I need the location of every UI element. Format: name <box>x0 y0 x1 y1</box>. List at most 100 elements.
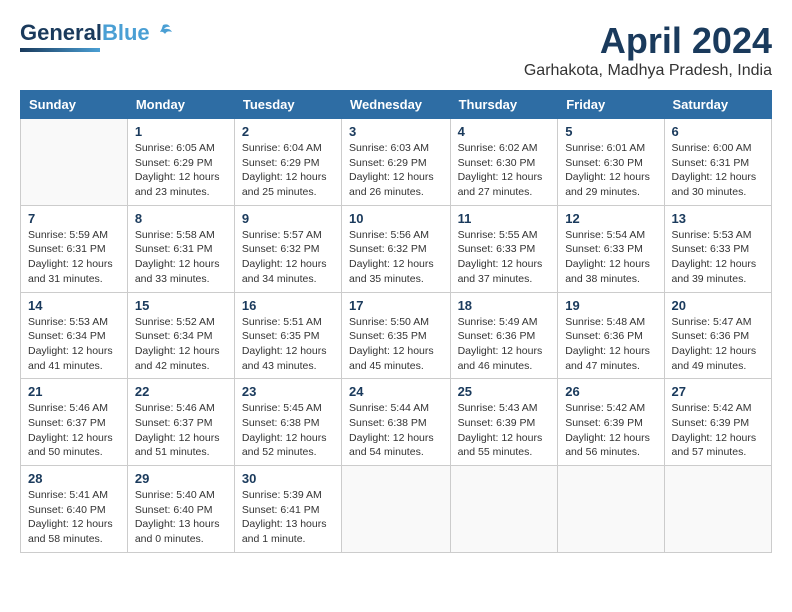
logo: General Blue <box>20 20 174 52</box>
calendar-cell: 16 Sunrise: 5:51 AMSunset: 6:35 PMDayligh… <box>234 292 341 379</box>
weekday-header-monday: Monday <box>127 91 234 119</box>
day-info: Sunrise: 5:43 AMSunset: 6:39 PMDaylight:… <box>458 401 551 460</box>
day-number: 9 <box>242 211 334 226</box>
weekday-header-thursday: Thursday <box>450 91 558 119</box>
calendar-cell: 24Sunrise: 5:44 AMSunset: 6:38 PMDayligh… <box>342 379 451 466</box>
calendar-cell <box>664 466 771 553</box>
day-number: 7 <box>28 211 120 226</box>
day-number: 26 <box>565 384 656 399</box>
page-header: General Blue April 2024 Garhakota, Madhy… <box>20 20 772 80</box>
day-info: Sunrise: 5:41 AMSunset: 6:40 PMDaylight:… <box>28 488 120 547</box>
day-number: 12 <box>565 211 656 226</box>
calendar-cell: 1Sunrise: 6:05 AMSunset: 6:29 PMDaylight… <box>127 119 234 206</box>
day-number: 23 <box>242 384 334 399</box>
day-info: Sunrise: 5:53 AMSunset: 6:34 PMDaylight:… <box>28 315 120 374</box>
day-info: Sunrise: 5:45 AMSunset: 6:38 PMDaylight:… <box>242 401 334 460</box>
calendar-cell: 20Sunrise: 5:47 AMSunset: 6:36 PMDayligh… <box>664 292 771 379</box>
day-number: 22 <box>135 384 227 399</box>
calendar-cell <box>21 119 128 206</box>
calendar-cell: 21 Sunrise: 5:46 AMSunset: 6:37 PMDayligh… <box>21 379 128 466</box>
calendar-cell: 6 Sunrise: 6:00 AMSunset: 6:31 PMDaylight… <box>664 119 771 206</box>
day-number: 11 <box>458 211 551 226</box>
logo-divider <box>20 48 100 52</box>
day-info: Sunrise: 5:48 AMSunset: 6:36 PMDaylight:… <box>565 315 656 374</box>
day-info: Sunrise: 5:53 AMSunset: 6:33 PMDaylight:… <box>672 228 764 287</box>
day-number: 1 <box>135 124 227 139</box>
day-info: Sunrise: 5:46 AMSunset: 6:37 PMDaylight:… <box>135 401 227 460</box>
weekday-header-tuesday: Tuesday <box>234 91 341 119</box>
day-info: Sunrise: 5:42 AMSunset: 6:39 PMDaylight:… <box>565 401 656 460</box>
month-title: April 2024 <box>524 20 772 62</box>
weekday-header-wednesday: Wednesday <box>342 91 451 119</box>
weekday-header-saturday: Saturday <box>664 91 771 119</box>
day-number: 28 <box>28 471 120 486</box>
day-info: Sunrise: 5:52 AMSunset: 6:34 PMDaylight:… <box>135 315 227 374</box>
week-row-1: 1Sunrise: 6:05 AMSunset: 6:29 PMDaylight… <box>21 119 772 206</box>
day-info: Sunrise: 5:46 AMSunset: 6:37 PMDaylight:… <box>28 401 120 460</box>
calendar-cell: 12 Sunrise: 5:54 AMSunset: 6:33 PMDayligh… <box>558 205 664 292</box>
logo-bird-icon <box>152 21 174 43</box>
calendar-cell: 14 Sunrise: 5:53 AMSunset: 6:34 PMDayligh… <box>21 292 128 379</box>
calendar-cell: 3Sunrise: 6:03 AMSunset: 6:29 PMDaylight… <box>342 119 451 206</box>
calendar-cell: 26 Sunrise: 5:42 AMSunset: 6:39 PMDayligh… <box>558 379 664 466</box>
calendar-cell: 10 Sunrise: 5:56 AMSunset: 6:32 PMDayligh… <box>342 205 451 292</box>
day-number: 5 <box>565 124 656 139</box>
calendar-cell: 2Sunrise: 6:04 AMSunset: 6:29 PMDaylight… <box>234 119 341 206</box>
calendar-cell: 13 Sunrise: 5:53 AMSunset: 6:33 PMDayligh… <box>664 205 771 292</box>
calendar-table: SundayMondayTuesdayWednesdayThursdayFrid… <box>20 90 772 553</box>
day-number: 20 <box>672 298 764 313</box>
day-number: 16 <box>242 298 334 313</box>
day-info: Sunrise: 5:42 AMSunset: 6:39 PMDaylight:… <box>672 401 764 460</box>
weekday-header-row: SundayMondayTuesdayWednesdayThursdayFrid… <box>21 91 772 119</box>
logo-blue: Blue <box>102 20 150 46</box>
calendar-cell <box>450 466 558 553</box>
day-number: 6 <box>672 124 764 139</box>
day-number: 30 <box>242 471 334 486</box>
day-number: 15 <box>135 298 227 313</box>
calendar-cell: 28 Sunrise: 5:41 AMSunset: 6:40 PMDayligh… <box>21 466 128 553</box>
day-number: 17 <box>349 298 443 313</box>
calendar-cell: 23 Sunrise: 5:45 AMSunset: 6:38 PMDayligh… <box>234 379 341 466</box>
logo-general: General <box>20 20 102 46</box>
day-number: 18 <box>458 298 551 313</box>
day-number: 24 <box>349 384 443 399</box>
calendar-cell: 18 Sunrise: 5:49 AMSunset: 6:36 PMDayligh… <box>450 292 558 379</box>
day-number: 25 <box>458 384 551 399</box>
day-info: Sunrise: 6:01 AMSunset: 6:30 PMDaylight:… <box>565 141 656 200</box>
calendar-cell: 30Sunrise: 5:39 AMSunset: 6:41 PMDayligh… <box>234 466 341 553</box>
day-info: Sunrise: 6:02 AMSunset: 6:30 PMDaylight:… <box>458 141 551 200</box>
day-info: Sunrise: 6:04 AMSunset: 6:29 PMDaylight:… <box>242 141 334 200</box>
day-number: 27 <box>672 384 764 399</box>
week-row-3: 14 Sunrise: 5:53 AMSunset: 6:34 PMDayligh… <box>21 292 772 379</box>
day-info: Sunrise: 5:57 AMSunset: 6:32 PMDaylight:… <box>242 228 334 287</box>
day-number: 3 <box>349 124 443 139</box>
day-number: 29 <box>135 471 227 486</box>
day-number: 19 <box>565 298 656 313</box>
calendar-cell <box>342 466 451 553</box>
day-number: 21 <box>28 384 120 399</box>
calendar-cell: 5 Sunrise: 6:01 AMSunset: 6:30 PMDaylight… <box>558 119 664 206</box>
week-row-5: 28 Sunrise: 5:41 AMSunset: 6:40 PMDayligh… <box>21 466 772 553</box>
day-info: Sunrise: 5:51 AMSunset: 6:35 PMDaylight:… <box>242 315 334 374</box>
day-number: 4 <box>458 124 551 139</box>
location-subtitle: Garhakota, Madhya Pradesh, India <box>524 62 772 80</box>
day-number: 10 <box>349 211 443 226</box>
day-info: Sunrise: 5:59 AMSunset: 6:31 PMDaylight:… <box>28 228 120 287</box>
day-info: Sunrise: 5:50 AMSunset: 6:35 PMDaylight:… <box>349 315 443 374</box>
calendar-cell: 17 Sunrise: 5:50 AMSunset: 6:35 PMDayligh… <box>342 292 451 379</box>
day-number: 13 <box>672 211 764 226</box>
day-number: 14 <box>28 298 120 313</box>
day-info: Sunrise: 5:49 AMSunset: 6:36 PMDaylight:… <box>458 315 551 374</box>
calendar-cell: 7 Sunrise: 5:59 AMSunset: 6:31 PMDaylight… <box>21 205 128 292</box>
week-row-2: 7 Sunrise: 5:59 AMSunset: 6:31 PMDaylight… <box>21 205 772 292</box>
day-info: Sunrise: 6:00 AMSunset: 6:31 PMDaylight:… <box>672 141 764 200</box>
day-info: Sunrise: 5:54 AMSunset: 6:33 PMDaylight:… <box>565 228 656 287</box>
calendar-cell: 11 Sunrise: 5:55 AMSunset: 6:33 PMDayligh… <box>450 205 558 292</box>
day-info: Sunrise: 5:56 AMSunset: 6:32 PMDaylight:… <box>349 228 443 287</box>
calendar-cell <box>558 466 664 553</box>
day-info: Sunrise: 5:40 AMSunset: 6:40 PMDaylight:… <box>135 488 227 547</box>
calendar-cell: 27 Sunrise: 5:42 AMSunset: 6:39 PMDayligh… <box>664 379 771 466</box>
title-section: April 2024 Garhakota, Madhya Pradesh, In… <box>524 20 772 80</box>
calendar-cell: 29 Sunrise: 5:40 AMSunset: 6:40 PMDayligh… <box>127 466 234 553</box>
day-info: Sunrise: 5:55 AMSunset: 6:33 PMDaylight:… <box>458 228 551 287</box>
